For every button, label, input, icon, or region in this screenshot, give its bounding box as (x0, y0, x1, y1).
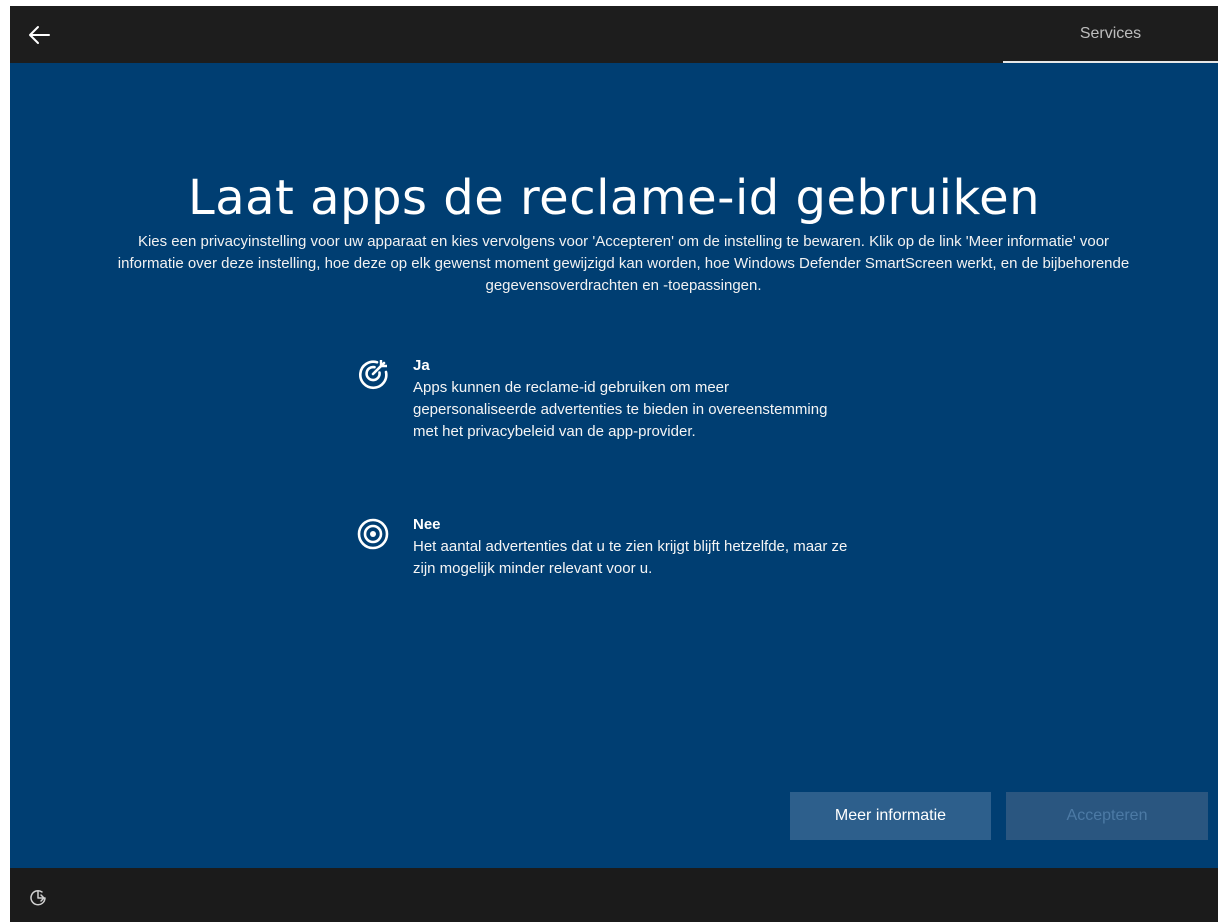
option-ja-label: Ja (413, 357, 430, 374)
option-ja-description: Apps kunnen de reclame-id gebruiken om m… (413, 379, 828, 440)
top-bar: Services (10, 6, 1218, 63)
page-intro: Kies een privacyinstelling voor uw appar… (117, 233, 1130, 294)
back-button[interactable] (22, 20, 56, 50)
ease-of-access-icon (30, 890, 46, 906)
bottom-bar (10, 868, 1218, 922)
more-info-button[interactable]: Meer informatie (790, 792, 991, 840)
option-ja[interactable]: Ja Apps kunnen de reclame-id gebruiken o… (356, 355, 876, 443)
ease-of-access-button[interactable] (28, 888, 48, 908)
main-content: Laat apps de reclame-id gebruiken Kies e… (10, 63, 1218, 868)
setup-window: Services Laat apps de reclame-id gebruik… (10, 6, 1218, 922)
tab-services[interactable]: Services (1003, 6, 1218, 63)
arrow-left-icon (29, 26, 50, 44)
accept-button[interactable]: Accepteren (1006, 792, 1208, 840)
option-nee[interactable]: Nee Het aantal advertenties dat u te zie… (356, 514, 876, 580)
page-title: Laat apps de reclame-id gebruiken (187, 170, 1041, 226)
target-icon (357, 518, 389, 550)
target-arrow-icon (359, 360, 388, 390)
option-nee-description: Het aantal advertenties dat u te zien kr… (413, 538, 848, 577)
option-nee-label: Nee (413, 516, 441, 533)
